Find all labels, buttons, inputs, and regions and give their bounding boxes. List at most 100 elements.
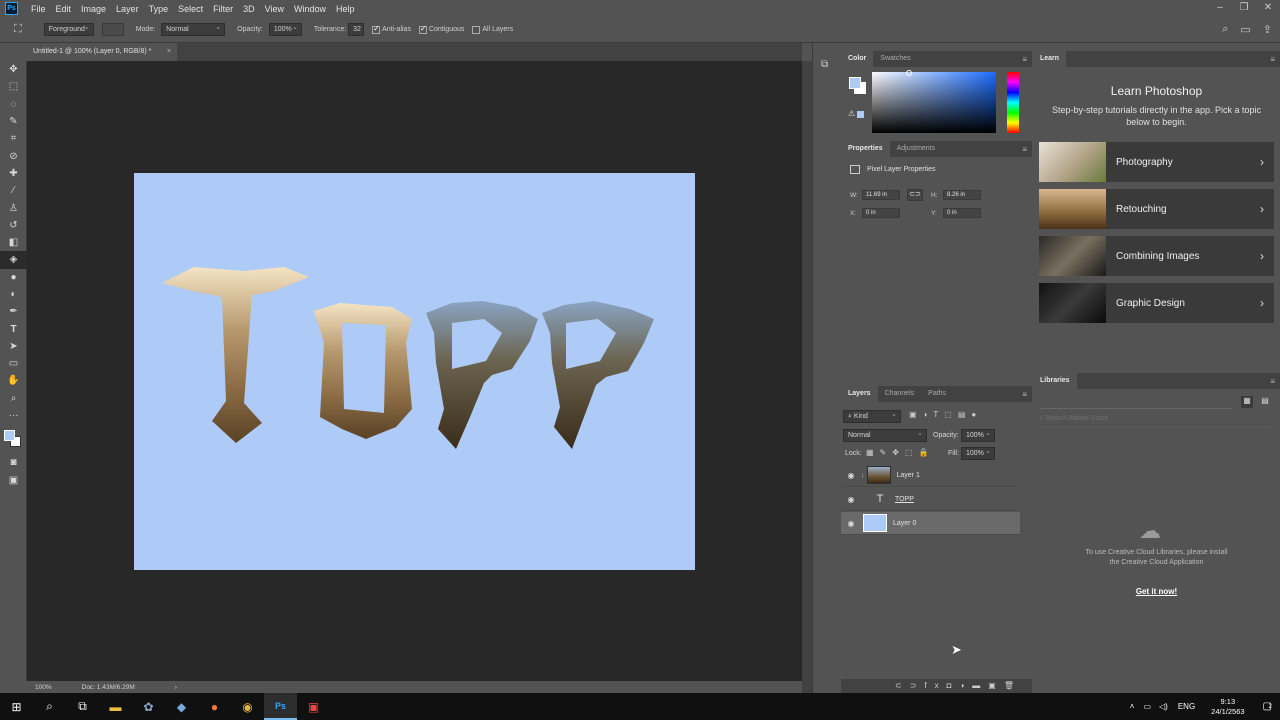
layer-row-layer-0[interactable]: ◉ Layer 0 bbox=[841, 512, 1020, 535]
pen-tool-icon[interactable]: ✒ bbox=[0, 303, 27, 320]
layer-opacity-field[interactable]: 100% bbox=[961, 428, 995, 442]
lasso-tool-icon[interactable]: ◌ bbox=[0, 96, 27, 113]
paint-bucket-tool-preset-icon[interactable]: ⛶ bbox=[14, 23, 22, 36]
panel-menu-icon[interactable]: ≡ bbox=[1270, 55, 1275, 64]
link-dimensions-icon[interactable]: ⊂⊃ bbox=[907, 189, 923, 201]
x-field[interactable]: 0 in bbox=[862, 208, 900, 218]
app-icon-2[interactable]: ◆ bbox=[165, 693, 198, 720]
tab-adjustments[interactable]: Adjustments bbox=[890, 141, 943, 157]
restore-icon[interactable]: ❐ bbox=[1232, 0, 1256, 15]
move-tool-icon[interactable]: ✥ bbox=[0, 61, 27, 78]
menu-type[interactable]: Type bbox=[144, 4, 174, 14]
tab-layers[interactable]: Layers bbox=[841, 386, 878, 402]
grid-view-icon[interactable]: ▦ bbox=[1241, 396, 1253, 408]
canvas-area[interactable] bbox=[27, 61, 802, 681]
layer-row-topp[interactable]: ◉ T TOPP bbox=[841, 488, 1020, 511]
brush-tool-icon[interactable]: ∕ bbox=[0, 182, 27, 199]
width-field[interactable]: 11.69 in bbox=[862, 190, 900, 200]
eyedropper-tool-icon[interactable]: ⊘ bbox=[0, 147, 27, 164]
topic-combining-images[interactable]: Combining Images › bbox=[1039, 236, 1274, 276]
menu-layer[interactable]: Layer bbox=[111, 4, 144, 14]
marquee-tool-icon[interactable]: ⬚ bbox=[0, 78, 27, 95]
all-layers-checkbox[interactable] bbox=[472, 25, 481, 34]
topic-graphic-design[interactable]: Graphic Design › bbox=[1039, 283, 1274, 323]
language-indicator[interactable]: ENG bbox=[1178, 702, 1195, 711]
task-view-icon[interactable]: ⧉ bbox=[66, 693, 99, 720]
status-menu-arrow-icon[interactable]: › bbox=[175, 684, 177, 691]
layer-kind-filter[interactable]: ⌕ Kind bbox=[843, 409, 901, 423]
tab-color[interactable]: Color bbox=[841, 51, 874, 67]
contiguous-checkbox[interactable] bbox=[418, 24, 427, 34]
menu-help[interactable]: Help bbox=[331, 4, 360, 14]
volume-icon[interactable]: ◁) bbox=[1159, 702, 1168, 711]
visibility-eye-icon[interactable]: ◉ bbox=[841, 471, 861, 480]
rectangle-tool-icon[interactable]: ▭ bbox=[0, 355, 27, 372]
tab-learn[interactable]: Learn bbox=[1033, 51, 1067, 67]
topic-retouching[interactable]: Retouching › bbox=[1039, 189, 1274, 229]
tab-paths[interactable]: Paths bbox=[921, 386, 953, 402]
chrome-icon[interactable]: ◉ bbox=[231, 693, 264, 720]
app-icon-1[interactable]: ✿ bbox=[132, 693, 165, 720]
visibility-eye-icon[interactable]: ◉ bbox=[841, 519, 861, 528]
zoom-tool-icon[interactable]: ⌕ bbox=[0, 390, 27, 407]
share-icon[interactable]: ⇪ bbox=[1263, 23, 1272, 36]
get-it-now-link[interactable]: Get it now! bbox=[1033, 587, 1280, 596]
stock-search-input[interactable]: ⌕ Search Adobe Stock bbox=[1039, 415, 1271, 427]
pattern-swatch[interactable] bbox=[101, 23, 124, 36]
menu-window[interactable]: Window bbox=[289, 4, 331, 14]
panel-menu-icon[interactable]: ≡ bbox=[1022, 55, 1027, 64]
more-tools-icon[interactable]: ··· bbox=[0, 407, 27, 424]
healing-brush-tool-icon[interactable]: ✚ bbox=[0, 165, 27, 182]
panel-menu-icon[interactable]: ≡ bbox=[1022, 145, 1027, 154]
close-icon[interactable]: ✕ bbox=[1256, 0, 1280, 15]
panel-foreground-swatch[interactable] bbox=[849, 77, 861, 89]
tab-swatches[interactable]: Swatches bbox=[873, 51, 917, 67]
network-icon[interactable]: ▭ bbox=[1143, 702, 1151, 711]
fill-source-dropdown[interactable]: Foreground bbox=[43, 22, 94, 36]
mode-dropdown[interactable]: Normal bbox=[161, 22, 226, 36]
hue-slider[interactable] bbox=[1007, 72, 1019, 133]
menu-filter[interactable]: Filter bbox=[208, 4, 238, 14]
layer-row-layer-1[interactable]: ◉ ↓ Layer 1 bbox=[841, 464, 1020, 487]
panel-menu-icon[interactable]: ≡ bbox=[1270, 377, 1275, 386]
type-tool-icon[interactable]: T bbox=[0, 320, 27, 337]
foreground-color-swatch[interactable] bbox=[4, 430, 15, 442]
taskbar-search-icon[interactable]: ⌕ bbox=[33, 693, 66, 720]
fill-field[interactable]: 100% bbox=[961, 446, 995, 460]
notifications-icon[interactable]: ▢ 2 bbox=[1263, 701, 1272, 712]
library-dropdown[interactable] bbox=[1039, 397, 1233, 409]
clock[interactable]: 9:13 24/1/2563 bbox=[1211, 697, 1244, 717]
menu-image[interactable]: Image bbox=[76, 4, 111, 14]
y-field[interactable]: 0 in bbox=[943, 208, 981, 218]
topic-photography[interactable]: Photography › bbox=[1039, 142, 1274, 182]
menu-edit[interactable]: Edit bbox=[51, 4, 77, 14]
screen-mode-icon[interactable]: ▣ bbox=[0, 472, 27, 489]
gamut-warning-icon[interactable]: ⚠ bbox=[848, 109, 855, 118]
history-panel-icon[interactable]: ⧉ bbox=[821, 59, 828, 70]
menu-select[interactable]: Select bbox=[173, 4, 208, 14]
dodge-tool-icon[interactable]: ◐ bbox=[0, 286, 27, 303]
tab-libraries[interactable]: Libraries bbox=[1033, 373, 1077, 389]
file-explorer-icon[interactable]: ▬ bbox=[99, 693, 132, 720]
minimize-icon[interactable]: – bbox=[1208, 0, 1232, 15]
eraser-tool-icon[interactable]: ◧ bbox=[0, 234, 27, 251]
lock-icons[interactable]: ▦✎✥⬚🔒 bbox=[866, 448, 934, 457]
color-saturation-field[interactable] bbox=[872, 70, 996, 133]
photoshop-taskbar-icon[interactable]: Ps bbox=[264, 693, 297, 720]
paint-bucket-tool-icon[interactable]: ◈ bbox=[0, 251, 27, 269]
document-size[interactable]: Doc: 1.43M/6.29M bbox=[82, 684, 135, 691]
quick-mask-icon[interactable]: ◙ bbox=[0, 454, 27, 471]
menu-file[interactable]: File bbox=[26, 4, 51, 14]
tolerance-field[interactable]: 32 bbox=[348, 23, 365, 36]
windows-start-icon[interactable]: ⊞ bbox=[0, 693, 33, 720]
opacity-field[interactable]: 100% bbox=[268, 22, 302, 36]
menu-view[interactable]: View bbox=[260, 4, 289, 14]
workspace-icon[interactable]: ▭ bbox=[1240, 23, 1250, 36]
quick-select-tool-icon[interactable]: ✎ bbox=[0, 113, 27, 130]
history-brush-tool-icon[interactable]: ↺ bbox=[0, 217, 27, 234]
clone-stamp-tool-icon[interactable]: ♙ bbox=[0, 199, 27, 216]
crop-tool-icon[interactable]: ⌗ bbox=[0, 130, 27, 147]
blend-mode-dropdown[interactable]: Normal bbox=[843, 428, 927, 442]
list-view-icon[interactable]: ▤ bbox=[1259, 396, 1271, 408]
document-canvas[interactable] bbox=[134, 173, 695, 570]
